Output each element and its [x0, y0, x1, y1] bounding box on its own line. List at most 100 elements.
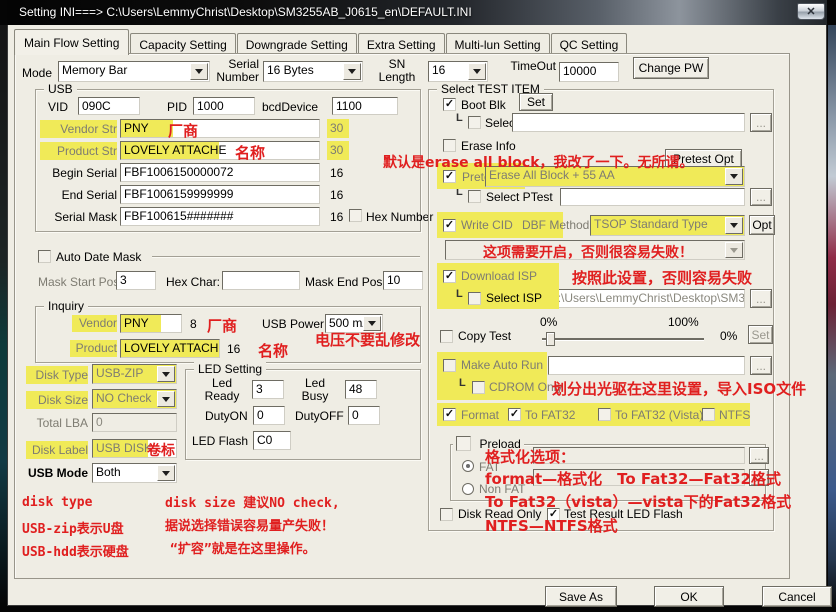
mode-dropdown[interactable]: Memory Bar	[58, 61, 210, 82]
inquiry-product-length: 16	[227, 342, 240, 356]
desktop-left-sliver	[0, 25, 7, 607]
inquiry-vendor-cn-note: 厂商	[207, 315, 237, 336]
inquiry-product-input[interactable]: LOVELY ATTACHE	[120, 339, 220, 358]
dropdown-arrow[interactable]	[343, 63, 361, 80]
usb-mode-dropdown[interactable]: Both	[92, 463, 177, 483]
select-isp-checkbox[interactable]	[468, 292, 481, 305]
copy-test-set-button: Set	[748, 325, 773, 344]
sn-length-dropdown[interactable]: 16	[428, 61, 488, 82]
erase-info-checkbox[interactable]	[443, 139, 456, 152]
bcddevice-label: bcdDevice	[262, 100, 318, 114]
dropdown-arrow[interactable]	[468, 63, 486, 80]
duty-off-label: DutyOFF	[295, 409, 344, 423]
led-ready-input[interactable]: 3	[252, 380, 284, 399]
inquiry-vendor-input[interactable]: PNY	[120, 314, 182, 333]
download-isp-checkbox[interactable]: ✓	[443, 270, 456, 283]
tab-qc-setting[interactable]: QC Setting	[551, 33, 628, 55]
tab-main-flow-setting[interactable]: Main Flow Setting	[14, 29, 129, 55]
tab-downgrade-setting[interactable]: Downgrade Setting	[237, 33, 357, 55]
cancel-button[interactable]: Cancel	[762, 586, 832, 607]
mask-end-pos-input[interactable]: 10	[383, 271, 423, 290]
chevron-down-icon	[368, 321, 376, 326]
hex-char-input[interactable]	[222, 271, 300, 290]
dropdown-arrow[interactable]	[725, 168, 743, 185]
copy-test-slider-thumb[interactable]	[546, 332, 555, 346]
fat-radio	[462, 460, 474, 472]
select-ptest-checkbox[interactable]	[468, 190, 481, 203]
product-str-input[interactable]: LOVELY ATTACHE	[120, 141, 320, 160]
disk-size-value: NO Check	[96, 391, 151, 405]
check-mark: ✓	[445, 270, 454, 282]
dropdown-arrow[interactable]	[725, 217, 743, 234]
ellipsis-icon: ...	[756, 359, 766, 373]
serial-mask-input[interactable]: FBF100615#######	[120, 207, 320, 226]
dropdown-arrow[interactable]	[157, 391, 175, 407]
ntfs-checkbox[interactable]	[702, 408, 715, 421]
dropdown-arrow	[725, 242, 743, 258]
format-note-2: format—格式化 To Fat32—Fat32格式	[485, 468, 781, 489]
disk-type-note-2: USB-zip表示U盘	[22, 518, 124, 537]
change-pw-button[interactable]: Change PW	[633, 57, 709, 79]
led-flash-input[interactable]: C0	[253, 431, 291, 450]
disk-read-only-checkbox[interactable]	[440, 508, 453, 521]
dropdown-arrow[interactable]	[190, 63, 208, 80]
boot-blk-browse-button: ...	[750, 113, 772, 132]
pid-input[interactable]: 1000	[193, 97, 255, 115]
check-mark: ✓	[445, 98, 454, 110]
ok-button[interactable]: OK	[654, 586, 724, 607]
dropdown-arrow[interactable]	[157, 465, 175, 481]
boot-blk-checkbox[interactable]: ✓	[443, 98, 456, 111]
tab-extra-setting[interactable]: Extra Setting	[358, 33, 445, 55]
serial-number-dropdown[interactable]: 16 Bytes	[263, 61, 363, 82]
tab-multi-lun-setting[interactable]: Multi-lun Setting	[446, 33, 550, 55]
product-str-label: Product Str	[40, 142, 117, 160]
led-busy-input[interactable]: 48	[345, 380, 377, 399]
chevron-down-icon	[730, 174, 738, 179]
mask-end-pos-label: Mask End Pos:	[305, 275, 386, 289]
inquiry-group-legend: Inquiry	[44, 299, 88, 313]
erase-note: 默认是erase all block，我改了一下。无所谓。	[383, 152, 694, 172]
disk-type-note-3: USB-hdd表示硬盘	[22, 541, 129, 560]
boot-blk-select-input[interactable]	[512, 113, 745, 132]
make-auto-run-input[interactable]	[548, 356, 745, 375]
to-fat32-checkbox[interactable]: ✓	[508, 408, 521, 421]
vendor-str-input[interactable]: PNY	[120, 119, 320, 138]
auto-date-mask-checkbox[interactable]	[38, 250, 51, 263]
save-as-button[interactable]: Save As	[545, 586, 617, 607]
title-bar[interactable]: Setting INI===> C:\Users\LemmyChrist\Des…	[7, 0, 827, 25]
bcddevice-input[interactable]: 1100	[332, 97, 398, 115]
copy-test-checkbox[interactable]	[440, 330, 453, 343]
disk-size-dropdown[interactable]: NO Check	[92, 389, 177, 409]
vid-input[interactable]: 090C	[78, 97, 140, 115]
ntfs-label: NTFS	[719, 408, 750, 422]
preload-checkbox[interactable]	[456, 436, 471, 451]
format-checkbox[interactable]: ✓	[443, 408, 456, 421]
make-auto-run-checkbox[interactable]	[443, 359, 456, 372]
copy-test-slider-track[interactable]	[542, 338, 704, 340]
dropdown-arrow[interactable]	[157, 366, 175, 382]
copy-test-min-label: 0%	[540, 315, 557, 329]
begin-serial-input[interactable]: FBF1006150000072	[120, 163, 320, 182]
boot-blk-select-checkbox[interactable]	[468, 116, 481, 129]
connector-l: L	[456, 112, 463, 124]
mask-start-pos-input[interactable]: 3	[116, 271, 156, 290]
inquiry-product-label: Product	[70, 340, 117, 357]
set-button[interactable]: Set	[519, 93, 553, 111]
hex-number-checkbox[interactable]	[349, 209, 362, 222]
end-serial-length: 16	[330, 188, 343, 202]
dbf-method-dropdown[interactable]: TSOP Standard Type	[590, 215, 745, 236]
write-cid-checkbox[interactable]: ✓	[443, 219, 456, 232]
duty-on-input[interactable]: 0	[253, 406, 285, 425]
tab-capacity-setting[interactable]: Capacity Setting	[130, 33, 235, 55]
duty-off-input[interactable]: 0	[348, 406, 380, 425]
begin-serial-label: Begin Serial	[40, 166, 117, 180]
disk-type-dropdown[interactable]: USB-ZIP	[92, 364, 177, 384]
to-fat32-vista-checkbox[interactable]	[598, 408, 611, 421]
disk-label-label: Disk Label	[26, 441, 88, 459]
close-button[interactable]: ✕	[797, 3, 825, 20]
opt-button[interactable]: Opt	[749, 215, 775, 235]
timeout-input[interactable]: 10000	[559, 62, 619, 82]
end-serial-input[interactable]: FBF1006159999999	[120, 185, 320, 204]
to-fat32-label: To FAT32	[525, 408, 575, 422]
select-ptest-input[interactable]	[560, 188, 745, 206]
